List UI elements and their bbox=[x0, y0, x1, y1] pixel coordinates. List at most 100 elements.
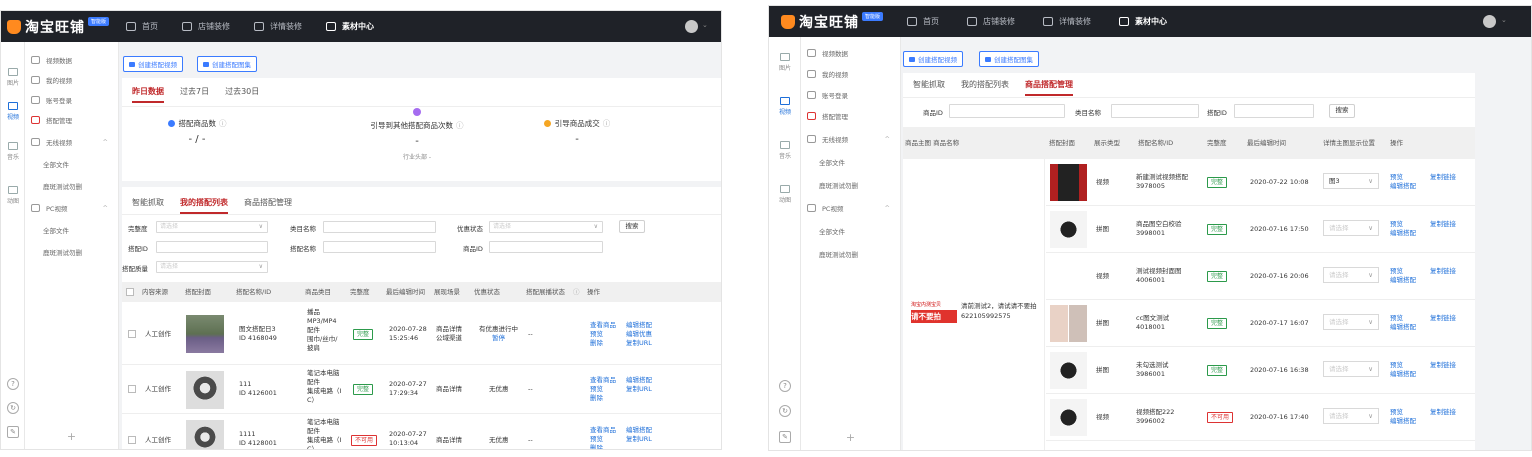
sidebar-item-video-data[interactable]: 视频数据 bbox=[801, 43, 900, 63]
match-cover-image[interactable] bbox=[1050, 211, 1087, 248]
edit-promo-link[interactable]: 编辑优惠 bbox=[626, 330, 652, 339]
sidebar-item-test-folder[interactable]: 鹿斑测试勿删 bbox=[25, 176, 118, 196]
copy-link[interactable]: 复制链接 bbox=[1430, 314, 1456, 323]
tab-yesterday[interactable]: 昨日数据 bbox=[132, 86, 164, 103]
quality-select[interactable]: 请选择 ∨ bbox=[156, 261, 268, 273]
completeness-select[interactable]: 请选择 ∨ bbox=[156, 221, 268, 233]
sidebar-item-my-video[interactable]: 我的视频 bbox=[801, 64, 900, 84]
tab-my-match-list[interactable]: 我的搭配列表 bbox=[961, 79, 1009, 96]
edit-match-link[interactable]: 编辑搭配 bbox=[1390, 276, 1416, 285]
search-button[interactable]: 搜索 bbox=[1329, 104, 1355, 118]
add-icon[interactable]: + bbox=[801, 431, 900, 444]
display-position-select[interactable]: 请选择 ∨ bbox=[1323, 314, 1379, 330]
info-icon[interactable]: ⓘ bbox=[603, 118, 611, 129]
sidebar-item-pc-test-folder[interactable]: 鹿斑测试勿删 bbox=[801, 244, 900, 264]
rail-image[interactable]: 图片 bbox=[769, 53, 801, 72]
sidebar-item-match-manage[interactable]: 搭配管理 bbox=[25, 110, 118, 130]
nav-detail-decor[interactable]: 详情装修 bbox=[254, 21, 302, 32]
preview-link[interactable]: 预览 bbox=[1390, 173, 1403, 182]
edit-match-link[interactable]: 编辑搭配 bbox=[626, 426, 652, 435]
preview-link[interactable]: 预览 bbox=[590, 330, 603, 339]
display-position-select[interactable]: 图3 ∨ bbox=[1323, 173, 1379, 189]
edit-match-link[interactable]: 编辑搭配 bbox=[1390, 229, 1416, 238]
select-all-checkbox[interactable] bbox=[126, 288, 134, 296]
view-item-link[interactable]: 查看商品 bbox=[590, 321, 616, 330]
rail-music[interactable]: 音乐 bbox=[1, 142, 25, 161]
match-cover-image[interactable] bbox=[1050, 399, 1087, 436]
help-icon[interactable]: ? bbox=[7, 378, 19, 390]
chevron-down-icon[interactable]: ⌄ bbox=[1501, 16, 1507, 24]
row-checkbox[interactable] bbox=[128, 330, 136, 338]
item-id-input[interactable] bbox=[489, 241, 603, 253]
display-position-select[interactable]: 请选择 ∨ bbox=[1323, 408, 1379, 424]
match-id-input[interactable] bbox=[156, 241, 268, 253]
search-button[interactable]: 搜索 bbox=[619, 220, 645, 233]
product-main-image[interactable]: 淘宝内测宝贝 请不要拍 bbox=[911, 301, 957, 325]
match-cover-image[interactable] bbox=[186, 371, 224, 409]
refresh-icon[interactable]: ↻ bbox=[779, 405, 791, 417]
create-match-video-button[interactable]: 创建搭配视频 bbox=[123, 56, 183, 72]
sidebar-item-account-login[interactable]: 账号登录 bbox=[801, 85, 900, 105]
item-id-input[interactable] bbox=[949, 104, 1065, 118]
refresh-icon[interactable]: ↻ bbox=[7, 402, 19, 414]
preview-link[interactable]: 预览 bbox=[1390, 408, 1403, 417]
edit-match-link[interactable]: 编辑搭配 bbox=[1390, 370, 1416, 379]
edit-match-link[interactable]: 编辑搭配 bbox=[626, 376, 652, 385]
sidebar-item-account-login[interactable]: 账号登录 bbox=[25, 90, 118, 110]
preview-link[interactable]: 预览 bbox=[1390, 314, 1403, 323]
preview-link[interactable]: 预览 bbox=[590, 385, 603, 394]
nav-home[interactable]: 首页 bbox=[907, 16, 939, 27]
sidebar-item-wireless-video[interactable]: 无线视频 ^ bbox=[25, 132, 118, 152]
promo-status-select[interactable]: 请选择 ∨ bbox=[489, 221, 603, 233]
copy-link[interactable]: 复制链接 bbox=[1430, 267, 1456, 276]
sidebar-item-video-data[interactable]: 视频数据 bbox=[25, 50, 118, 70]
nav-detail-decor[interactable]: 详情装修 bbox=[1043, 16, 1091, 27]
rail-music[interactable]: 音乐 bbox=[769, 141, 801, 160]
category-input[interactable] bbox=[323, 221, 436, 233]
nav-shop-decor[interactable]: 店铺装修 bbox=[967, 16, 1015, 27]
info-icon[interactable]: ⓘ bbox=[573, 282, 580, 302]
tab-last-7-days[interactable]: 过去7日 bbox=[180, 86, 209, 103]
delete-link[interactable]: 删除 bbox=[590, 394, 603, 403]
copy-url-link[interactable]: 复制URL bbox=[626, 435, 652, 444]
rail-image[interactable]: 图片 bbox=[1, 68, 25, 87]
sidebar-item-pc-video[interactable]: PC视频 ^ bbox=[801, 198, 900, 218]
rail-gif[interactable]: 动图 bbox=[1, 186, 25, 205]
edit-match-link[interactable]: 编辑搭配 bbox=[1390, 323, 1416, 332]
rail-gif[interactable]: 动图 bbox=[769, 185, 801, 204]
avatar[interactable] bbox=[1483, 15, 1496, 28]
copy-link[interactable]: 复制链接 bbox=[1430, 361, 1456, 370]
sidebar-item-test-folder[interactable]: 鹿斑测试勿删 bbox=[801, 175, 900, 195]
info-icon[interactable]: ⓘ bbox=[456, 120, 464, 131]
copy-url-link[interactable]: 复制URL bbox=[626, 339, 652, 348]
rail-video[interactable]: 视频 bbox=[1, 102, 25, 121]
help-icon[interactable]: ? bbox=[779, 380, 791, 392]
nav-material-center[interactable]: 素材中心 bbox=[1119, 16, 1167, 27]
tab-smart-fetch[interactable]: 智能抓取 bbox=[132, 197, 164, 214]
display-position-select[interactable]: 请选择 ∨ bbox=[1323, 361, 1379, 377]
match-cover-image[interactable] bbox=[1050, 305, 1087, 342]
sidebar-item-my-video[interactable]: 我的视频 bbox=[25, 70, 118, 90]
display-position-select[interactable]: 请选择 ∨ bbox=[1323, 220, 1379, 236]
tab-last-30-days[interactable]: 过去30日 bbox=[225, 86, 259, 103]
logo[interactable]: 淘宝旺铺 智能版 bbox=[781, 12, 884, 32]
row-checkbox[interactable] bbox=[128, 385, 136, 393]
match-cover-image[interactable] bbox=[186, 420, 224, 449]
sidebar-item-pc-test-folder[interactable]: 鹿斑测试勿删 bbox=[25, 242, 118, 262]
sidebar-item-pc-video[interactable]: PC视频 ^ bbox=[25, 198, 118, 218]
pause-link[interactable]: 暂停 bbox=[492, 334, 505, 343]
sidebar-item-wireless-video[interactable]: 无线视频 ^ bbox=[801, 129, 900, 149]
edit-icon[interactable]: ✎ bbox=[7, 426, 19, 438]
display-position-select[interactable]: 请选择 ∨ bbox=[1323, 267, 1379, 283]
create-match-gallery-button[interactable]: 创建搭配图集 bbox=[197, 56, 257, 72]
edit-icon[interactable]: ✎ bbox=[779, 431, 791, 443]
match-cover-image[interactable] bbox=[1050, 352, 1087, 389]
avatar[interactable] bbox=[685, 20, 698, 33]
preview-link[interactable]: 预览 bbox=[1390, 267, 1403, 276]
sidebar-item-pc-all-files[interactable]: 全部文件 bbox=[25, 220, 118, 240]
copy-link[interactable]: 复制链接 bbox=[1430, 408, 1456, 417]
rail-video[interactable]: 视频 bbox=[769, 97, 801, 116]
sidebar-item-all-files[interactable]: 全部文件 bbox=[801, 152, 900, 172]
chevron-down-icon[interactable]: ⌄ bbox=[702, 21, 708, 29]
copy-link[interactable]: 复制链接 bbox=[1430, 173, 1456, 182]
